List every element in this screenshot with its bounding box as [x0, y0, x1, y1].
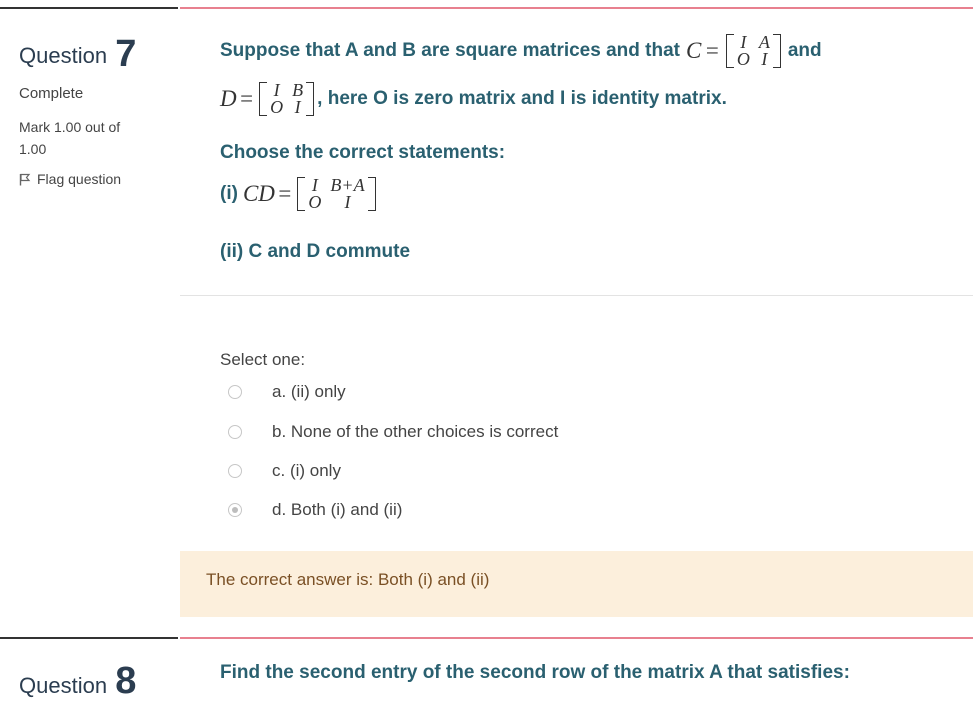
answer-option-b[interactable]: b. None of the other choices is correct: [228, 422, 558, 442]
question-text-2: , here O is zero matrix and I is identit…: [317, 88, 727, 109]
select-one-label: Select one:: [220, 350, 306, 369]
statement-ii: (ii) C and D commute: [220, 241, 411, 262]
answer-option-label: a. (ii) only: [272, 382, 346, 401]
question-content: Suppose that A and B are square matrices…: [180, 7, 973, 296]
radio-option-c[interactable]: [228, 464, 242, 478]
matrix-d-entry: O: [270, 97, 284, 117]
radio-option-d[interactable]: [228, 503, 242, 517]
question-text-and: and: [787, 40, 822, 61]
question-line-1: Suppose that A and B are square matrices…: [220, 33, 822, 69]
question-info-panel: Question 7 Complete Mark 1.00 out of 1.0…: [0, 7, 178, 629]
question-number-value: 7: [115, 33, 137, 75]
answer-option-label: d. Both (i) and (ii): [272, 500, 403, 519]
matrix-cd-entry: I: [344, 192, 351, 212]
matrix-cd-entry: O: [308, 192, 322, 212]
matrix-c: I A O I: [725, 33, 781, 69]
equals-sign: =: [276, 181, 293, 206]
statement-i: (i) CD = I B+A O I: [220, 176, 379, 212]
radio-option-a[interactable]: [228, 385, 242, 399]
matrix-c-entry: O: [736, 49, 750, 69]
question-line-2: D = I B O I , here O is zero matrix and …: [220, 81, 727, 117]
question-8-label: Question: [19, 673, 108, 698]
answer-option-c[interactable]: c. (i) only: [228, 461, 341, 481]
radio-option-b[interactable]: [228, 425, 242, 439]
cd-product-symbol: CD: [242, 181, 275, 206]
question-state: Complete: [19, 85, 84, 102]
correct-answer-text: The correct answer is: Both (i) and (ii): [206, 570, 490, 589]
equals-sign: =: [238, 86, 255, 111]
matrix-d-symbol: D: [220, 86, 237, 111]
question-8-number: Question 8: [19, 660, 136, 703]
question-text-1: Suppose that A and B are square matrices…: [220, 40, 680, 61]
matrix-d: I B O I: [259, 81, 315, 117]
matrix-c-entry: I: [761, 49, 768, 69]
matrix-c-symbol: C: [685, 38, 702, 63]
answer-option-d[interactable]: d. Both (i) and (ii): [228, 500, 402, 520]
choose-statements: Choose the correct statements:: [220, 142, 506, 163]
matrix-d-entry: I: [294, 97, 301, 117]
question-8-number-value: 8: [115, 660, 137, 702]
question-8-text: Find the second entry of the second row …: [220, 662, 850, 683]
answer-option-label: b. None of the other choices is correct: [272, 422, 559, 441]
question-label: Question: [19, 43, 108, 68]
feedback-box: The correct answer is: Both (i) and (ii): [180, 551, 973, 617]
answer-option-label: c. (i) only: [272, 461, 341, 480]
answer-option-a[interactable]: a. (ii) only: [228, 382, 346, 402]
statement-i-prefix: (i): [220, 183, 238, 204]
matrix-cd: I B+A O I: [297, 176, 376, 212]
flag-question-link[interactable]: Flag question: [19, 171, 121, 187]
flag-icon: [19, 173, 31, 185]
question-number: Question 7: [19, 35, 136, 73]
flag-question-label: Flag question: [37, 171, 122, 187]
equals-sign: =: [704, 38, 720, 63]
question-grade: Mark 1.00 out of 1.00: [19, 119, 121, 157]
